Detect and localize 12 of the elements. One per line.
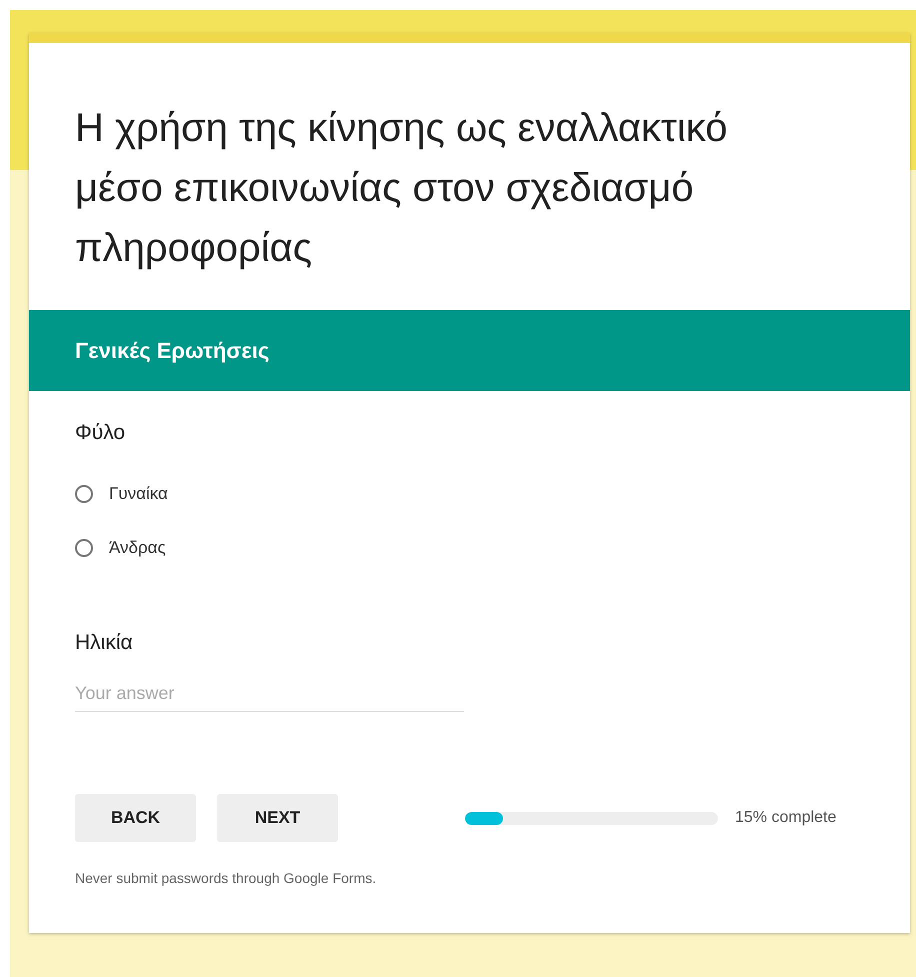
question-title: Φύλο <box>75 421 126 444</box>
radio-button[interactable] <box>75 484 93 502</box>
next-button[interactable]: NEXT <box>217 794 338 842</box>
back-button[interactable]: BACK <box>75 794 196 842</box>
radio-button[interactable] <box>75 538 93 556</box>
section-header: Γενικές Ερωτήσεις <box>29 310 910 391</box>
form-title: Η χρήση της κίνησης ως εναλλακτικό μέσο επικοινωνίας στον σχεδιασμό πληροφορίας <box>74 105 728 272</box>
footer-note: Never submit passwords through Google Forms. <box>75 869 378 888</box>
option-label: Άνδρας <box>109 536 166 559</box>
progress-label: 15% complete <box>735 808 836 828</box>
option-label: Γυναίκα <box>109 482 168 505</box>
question-title: Ηλικία <box>75 630 133 654</box>
